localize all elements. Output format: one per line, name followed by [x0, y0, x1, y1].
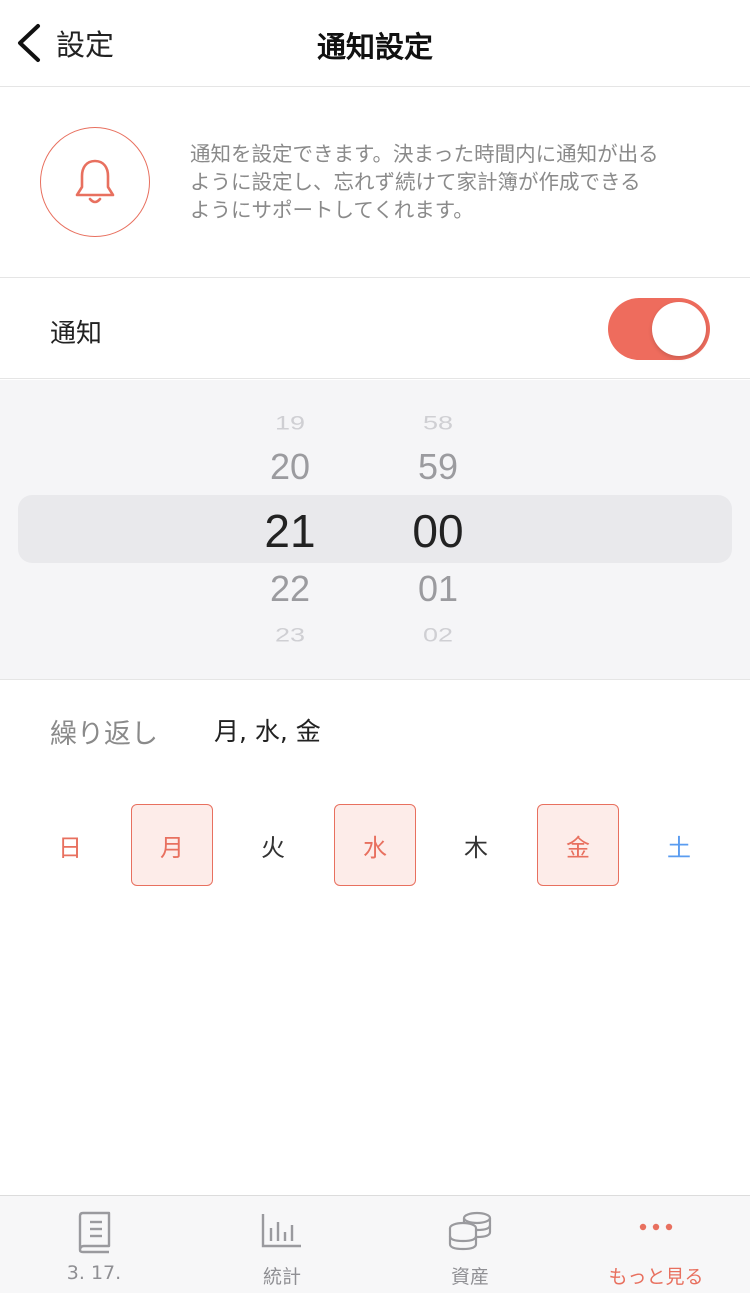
bell-badge	[40, 127, 150, 237]
nav-bar: 設定 通知設定	[0, 0, 750, 87]
minute-selected[interactable]: 00	[388, 504, 488, 558]
day-monday[interactable]: 月	[131, 804, 213, 886]
notification-label: 通知	[50, 319, 103, 349]
day-saturday[interactable]: 土	[638, 804, 720, 886]
coins-icon	[448, 1211, 492, 1251]
day-sunday[interactable]: 日	[29, 804, 111, 886]
notification-row: 通知	[0, 279, 750, 379]
bar-chart-icon	[261, 1214, 301, 1248]
intro-description: 通知を設定できます。決まった時間内に通知が出るように設定し、忘れず続けて家計簿が…	[190, 142, 659, 222]
page-title: 通知設定	[316, 30, 433, 64]
repeat-label: 繰り返し	[50, 719, 158, 750]
weekday-selector: 日 月 火 水 木 金 土	[0, 804, 750, 888]
repeat-value: 月, 水, 金	[214, 717, 321, 746]
minute-option[interactable]: 58	[388, 412, 488, 434]
bell-icon	[75, 159, 115, 204]
intro-section: 通知を設定できます。決まった時間内に通知が出るように設定し、忘れず続けて家計簿が…	[0, 88, 750, 278]
day-friday[interactable]: 金	[537, 804, 619, 886]
minute-option[interactable]: 02	[388, 624, 488, 646]
tab-more[interactable]: もっと見る	[562, 1196, 750, 1293]
hour-option[interactable]: 22	[240, 568, 340, 610]
day-wednesday[interactable]: 水	[334, 804, 416, 886]
tab-calendar[interactable]: 3. 17.	[0, 1196, 188, 1293]
tab-assets[interactable]: 資産	[376, 1196, 564, 1293]
hour-selected[interactable]: 21	[240, 504, 340, 558]
more-icon	[639, 1223, 673, 1231]
hour-option[interactable]: 20	[240, 446, 340, 488]
toggle-knob	[652, 302, 706, 356]
hour-option[interactable]: 19	[240, 412, 340, 434]
tab-statistics[interactable]: 統計	[188, 1196, 376, 1293]
time-picker[interactable]: 19 20 21 22 23 58 59 00 01 02	[0, 380, 750, 680]
book-icon	[78, 1211, 111, 1254]
hour-option[interactable]: 23	[240, 624, 340, 646]
minute-option[interactable]: 59	[388, 446, 488, 488]
day-tuesday[interactable]: 火	[232, 804, 314, 886]
tab-label: 3. 17.	[66, 1262, 122, 1284]
tab-bar: 3. 17. 統計 資産 もっと見る	[0, 1195, 750, 1293]
picker-selection-highlight	[18, 495, 732, 563]
tab-label: 資産	[450, 1266, 489, 1288]
minute-option[interactable]: 01	[388, 568, 488, 610]
tab-label: 統計	[262, 1266, 301, 1288]
day-thursday[interactable]: 木	[435, 804, 517, 886]
tab-label: もっと見る	[608, 1266, 704, 1288]
notification-toggle[interactable]	[608, 298, 710, 360]
